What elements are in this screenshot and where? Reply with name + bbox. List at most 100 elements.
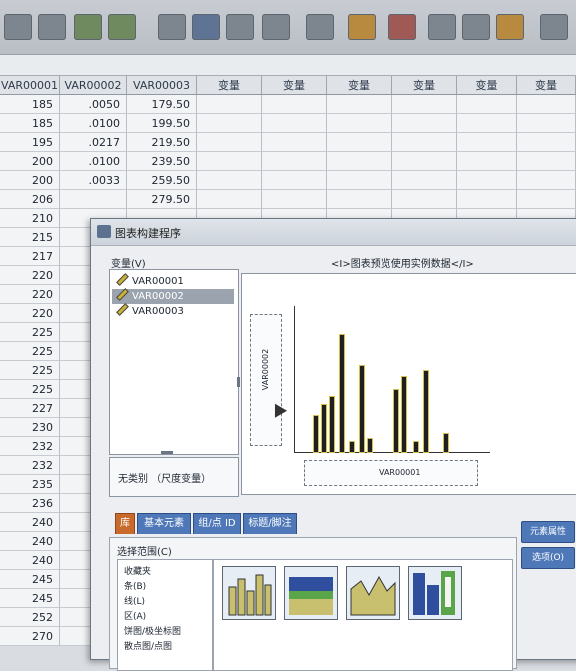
table-cell[interactable] bbox=[392, 114, 457, 133]
table-cell[interactable] bbox=[327, 114, 392, 133]
table-cell[interactable] bbox=[392, 133, 457, 152]
chart-type-item[interactable]: 线(L) bbox=[124, 594, 145, 607]
table-cell[interactable] bbox=[392, 152, 457, 171]
splitter-grip[interactable] bbox=[161, 451, 173, 454]
table-cell[interactable]: 270 bbox=[0, 627, 60, 646]
column-header[interactable]: 变量 bbox=[327, 76, 392, 95]
table-cell[interactable]: .0033 bbox=[60, 171, 127, 190]
table-cell[interactable]: .0100 bbox=[60, 152, 127, 171]
table-cell[interactable] bbox=[327, 190, 392, 209]
chart-type-list[interactable]: 收藏夹 条(B) 线(L) 区(A) 饼图/极坐标图 散点图/点图 bbox=[117, 559, 213, 671]
chart-type-item[interactable]: 区(A) bbox=[124, 609, 146, 622]
table-cell[interactable]: 195 bbox=[0, 133, 60, 152]
table-cell[interactable]: 230 bbox=[0, 418, 60, 437]
print-icon[interactable] bbox=[38, 14, 66, 40]
goto-case-icon[interactable] bbox=[158, 14, 186, 40]
variable-item[interactable]: VAR00001 bbox=[112, 273, 234, 289]
table-cell[interactable]: 200 bbox=[0, 152, 60, 171]
element-properties-button[interactable]: 元素属性 bbox=[521, 521, 575, 543]
redo-icon[interactable] bbox=[108, 14, 136, 40]
table-cell[interactable] bbox=[60, 190, 127, 209]
table-cell[interactable]: 220 bbox=[0, 285, 60, 304]
table-cell[interactable] bbox=[457, 95, 517, 114]
x-axis-dropzone[interactable]: VAR00001 bbox=[304, 460, 478, 486]
column-header[interactable]: 变量 bbox=[262, 76, 327, 95]
simple-bar-thumbnail[interactable] bbox=[222, 566, 276, 620]
stacked-bar-thumbnail[interactable] bbox=[284, 566, 338, 620]
table-cell[interactable]: 225 bbox=[0, 380, 60, 399]
table-cell[interactable]: 220 bbox=[0, 304, 60, 323]
table-cell[interactable] bbox=[262, 114, 327, 133]
table-cell[interactable] bbox=[517, 190, 576, 209]
column-header[interactable]: 变量 bbox=[197, 76, 262, 95]
table-cell[interactable]: 185 bbox=[0, 114, 60, 133]
table-cell[interactable]: 240 bbox=[0, 513, 60, 532]
table-cell[interactable] bbox=[262, 95, 327, 114]
table-cell[interactable]: .0050 bbox=[60, 95, 127, 114]
variable-item[interactable]: VAR00003 bbox=[112, 303, 234, 319]
table-cell[interactable] bbox=[517, 95, 576, 114]
table-cell[interactable] bbox=[197, 114, 262, 133]
chart-type-item[interactable]: 收藏夹 bbox=[124, 564, 151, 577]
table-cell[interactable] bbox=[327, 152, 392, 171]
value-labels-icon[interactable] bbox=[496, 14, 524, 40]
column-header[interactable]: VAR00002 bbox=[60, 76, 127, 95]
table-cell[interactable]: 240 bbox=[0, 551, 60, 570]
table-cell[interactable] bbox=[327, 171, 392, 190]
table-cell[interactable]: 232 bbox=[0, 456, 60, 475]
use-sets-icon[interactable] bbox=[540, 14, 568, 40]
insert-cases-icon[interactable] bbox=[306, 14, 334, 40]
table-cell[interactable]: 259.50 bbox=[127, 171, 197, 190]
insert-variable-icon[interactable] bbox=[348, 14, 376, 40]
chart-type-item[interactable]: 饼图/极坐标图 bbox=[124, 624, 181, 637]
undo-icon[interactable] bbox=[74, 14, 102, 40]
table-cell[interactable] bbox=[197, 95, 262, 114]
table-cell[interactable] bbox=[457, 190, 517, 209]
cell-address-bar[interactable] bbox=[0, 55, 576, 76]
table-cell[interactable]: 199.50 bbox=[127, 114, 197, 133]
table-cell[interactable]: 239.50 bbox=[127, 152, 197, 171]
goto-variable-icon[interactable] bbox=[192, 14, 220, 40]
table-row[interactable]: 185.0050 179.50 bbox=[0, 95, 576, 114]
table-cell[interactable] bbox=[517, 133, 576, 152]
table-cell[interactable]: 245 bbox=[0, 589, 60, 608]
table-row[interactable]: 200.0033 259.50 bbox=[0, 171, 576, 190]
table-cell[interactable] bbox=[262, 190, 327, 209]
table-cell[interactable] bbox=[262, 133, 327, 152]
table-cell[interactable]: 252 bbox=[0, 608, 60, 627]
variable-item-selected[interactable]: VAR00002 bbox=[112, 288, 234, 304]
column-header[interactable]: 变量 bbox=[517, 76, 576, 95]
variable-list[interactable]: VAR00001 VAR00002 VAR00003 bbox=[109, 269, 239, 455]
table-cell[interactable] bbox=[197, 190, 262, 209]
chart-canvas[interactable]: VAR00002 VAR00001 bbox=[241, 273, 576, 495]
table-cell[interactable]: 200 bbox=[0, 171, 60, 190]
table-cell[interactable] bbox=[517, 114, 576, 133]
column-header[interactable]: 变量 bbox=[457, 76, 517, 95]
table-cell[interactable] bbox=[392, 95, 457, 114]
table-cell[interactable] bbox=[262, 171, 327, 190]
table-cell[interactable] bbox=[197, 152, 262, 171]
table-cell[interactable] bbox=[457, 152, 517, 171]
tab-titles-footnotes[interactable]: 标题/脚注 bbox=[243, 513, 297, 534]
tab-group-point-id[interactable]: 组/点 ID bbox=[193, 513, 241, 534]
panel-splitter[interactable] bbox=[237, 377, 240, 387]
table-cell[interactable]: 235 bbox=[0, 475, 60, 494]
table-cell[interactable] bbox=[517, 171, 576, 190]
column-header[interactable]: VAR00003 bbox=[127, 76, 197, 95]
table-cell[interactable] bbox=[197, 133, 262, 152]
tab-gallery[interactable]: 库 bbox=[115, 513, 135, 534]
table-cell[interactable]: 232 bbox=[0, 437, 60, 456]
table-cell[interactable]: 210 bbox=[0, 209, 60, 228]
table-cell[interactable]: 185 bbox=[0, 95, 60, 114]
table-cell[interactable] bbox=[197, 171, 262, 190]
table-cell[interactable]: 219.50 bbox=[127, 133, 197, 152]
dialog-titlebar[interactable]: 图表构建程序 bbox=[91, 219, 576, 246]
select-cases-icon[interactable] bbox=[462, 14, 490, 40]
table-cell[interactable]: 217 bbox=[0, 247, 60, 266]
table-cell[interactable]: 225 bbox=[0, 342, 60, 361]
table-row[interactable]: 185.0100 199.50 bbox=[0, 114, 576, 133]
weight-cases-icon[interactable] bbox=[428, 14, 456, 40]
table-cell[interactable]: 236 bbox=[0, 494, 60, 513]
table-cell[interactable]: .0217 bbox=[60, 133, 127, 152]
table-cell[interactable]: .0100 bbox=[60, 114, 127, 133]
